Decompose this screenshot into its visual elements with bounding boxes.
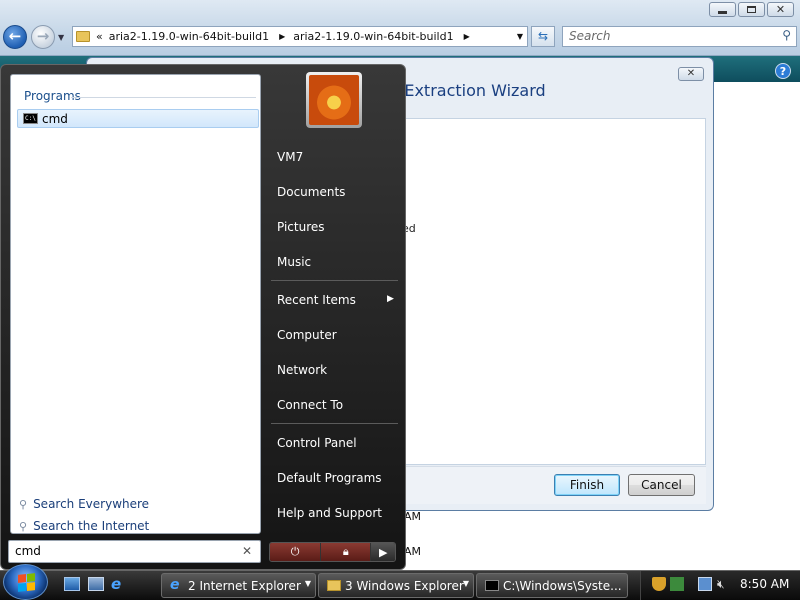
windows-logo-icon: [18, 573, 35, 592]
search-everywhere-link[interactable]: ⚲ Search Everywhere: [19, 497, 149, 511]
help-support-item[interactable]: Help and Support: [277, 506, 382, 520]
search-icon: ⚲: [19, 497, 28, 511]
cmd-icon: [485, 580, 499, 591]
breadcrumb-item[interactable]: aria2-1.19.0-win-64bit-build1: [293, 30, 453, 43]
background-time-text: AM: [404, 545, 422, 558]
restore-button[interactable]: [738, 2, 765, 17]
power-options-button[interactable]: ▶: [370, 543, 395, 561]
lock-icon: 🔒︎: [342, 545, 349, 558]
forward-button[interactable]: →: [31, 25, 55, 49]
lock-button[interactable]: 🔒︎: [320, 543, 371, 561]
restore-icon: [747, 6, 756, 13]
control-panel-item[interactable]: Control Panel: [277, 436, 357, 450]
taskbar-button-label: C:\Windows\Syste...: [503, 578, 622, 593]
documents-item[interactable]: Documents: [277, 185, 345, 199]
divider: [271, 423, 398, 424]
chevron-right-icon: ▶: [378, 545, 388, 559]
start-menu: Programs C:\ cmd ⚲ Search Everywhere ⚲ S…: [0, 64, 406, 570]
chevron-right-icon[interactable]: ▶: [279, 32, 285, 41]
program-item-cmd[interactable]: C:\ cmd: [17, 109, 259, 128]
search-placeholder: Search: [569, 29, 611, 43]
close-icon: ✕: [775, 3, 786, 16]
window-caption-buttons: ✕: [709, 2, 794, 17]
programs-header: Programs: [24, 89, 81, 103]
search-internet-link[interactable]: ⚲ Search the Internet: [19, 519, 149, 533]
minimize-button[interactable]: [709, 2, 736, 17]
divider: [71, 97, 256, 98]
folder-icon: [76, 31, 90, 42]
taskbar-clock[interactable]: 8:50 AM: [740, 577, 789, 591]
back-button[interactable]: ←: [3, 25, 27, 49]
internet-explorer-icon[interactable]: e: [111, 577, 127, 592]
forward-arrow-icon: →: [36, 27, 50, 45]
switch-windows-icon[interactable]: [88, 577, 104, 591]
breadcrumb-item[interactable]: aria2-1.19.0-win-64bit-build1: [109, 30, 269, 43]
refresh-icon: ⇆: [537, 29, 549, 43]
chevron-right-icon[interactable]: ▶: [464, 32, 470, 41]
start-button[interactable]: [3, 564, 48, 600]
show-desktop-icon[interactable]: [64, 577, 80, 591]
default-programs-item[interactable]: Default Programs: [277, 471, 382, 485]
security-shield-icon[interactable]: [652, 577, 666, 591]
program-item-label: cmd: [42, 112, 68, 126]
start-search-value: cmd: [15, 544, 41, 558]
folder-icon: [327, 580, 341, 591]
power-controls: ⏻ 🔒︎ ▶: [269, 542, 396, 562]
taskbar-button-windows-explorer[interactable]: 3 Windows Explorer ▼: [318, 573, 474, 598]
help-icon[interactable]: ?: [775, 63, 791, 79]
flower-picture-icon: [309, 75, 359, 125]
recent-items-item[interactable]: Recent Items: [277, 293, 356, 307]
minimize-icon: [718, 10, 727, 14]
cmd-icon: C:\: [23, 113, 38, 124]
network-icon[interactable]: [698, 577, 712, 591]
divider: [271, 280, 398, 281]
volume-muted-icon[interactable]: 🔇︎: [717, 577, 731, 591]
back-arrow-icon: ←: [8, 27, 22, 45]
dialog-close-button[interactable]: ✕: [678, 67, 704, 81]
user-avatar[interactable]: [306, 72, 362, 128]
user-folder-item[interactable]: VM7: [277, 150, 303, 164]
power-button[interactable]: ⏻: [270, 543, 321, 561]
close-button[interactable]: ✕: [767, 2, 794, 17]
music-item[interactable]: Music: [277, 255, 311, 269]
start-menu-programs-pane: Programs C:\ cmd ⚲ Search Everywhere ⚲ S…: [10, 74, 261, 534]
taskbar-button-cmd[interactable]: C:\Windows\Syste...: [476, 573, 628, 598]
clear-search-icon[interactable]: ✕: [242, 544, 252, 558]
start-search-input[interactable]: cmd ✕: [8, 540, 261, 563]
submenu-arrow-icon: ▶: [387, 294, 394, 304]
search-icon: ⚲: [19, 519, 28, 533]
search-everywhere-label: Search Everywhere: [33, 497, 150, 511]
search-internet-label: Search the Internet: [33, 519, 150, 533]
taskbar-button-label: 3 Windows Explorer: [345, 578, 464, 593]
internet-explorer-icon: e: [170, 577, 180, 593]
computer-item[interactable]: Computer: [277, 328, 337, 342]
refresh-button[interactable]: ⇆: [531, 26, 555, 47]
background-time-text: AM: [404, 510, 422, 523]
chevron-down-icon: ▼: [304, 579, 311, 588]
taskbar-button-internet-explorer[interactable]: e 2 Internet Explorer ▼: [161, 573, 316, 598]
cancel-button[interactable]: Cancel: [628, 474, 695, 496]
search-icon[interactable]: ⚲: [782, 28, 791, 42]
network-item[interactable]: Network: [277, 363, 327, 377]
address-bar[interactable]: « aria2-1.19.0-win-64bit-build1 ▶ aria2-…: [72, 26, 528, 47]
connect-to-item[interactable]: Connect To: [277, 398, 343, 412]
address-overflow[interactable]: «: [96, 30, 103, 43]
address-dropdown-icon[interactable]: ▼: [517, 32, 523, 41]
power-icon: ⏻: [290, 545, 300, 558]
chevron-down-icon: ▼: [462, 579, 469, 588]
recent-pages-dropdown[interactable]: ▼: [58, 33, 64, 42]
search-input[interactable]: Search ⚲: [562, 26, 797, 47]
pictures-item[interactable]: Pictures: [277, 220, 325, 234]
finish-button[interactable]: Finish: [554, 474, 620, 496]
close-icon: ✕: [686, 68, 696, 79]
taskbar-button-label: 2 Internet Explorer: [188, 578, 301, 593]
windows-update-icon[interactable]: [670, 577, 684, 591]
